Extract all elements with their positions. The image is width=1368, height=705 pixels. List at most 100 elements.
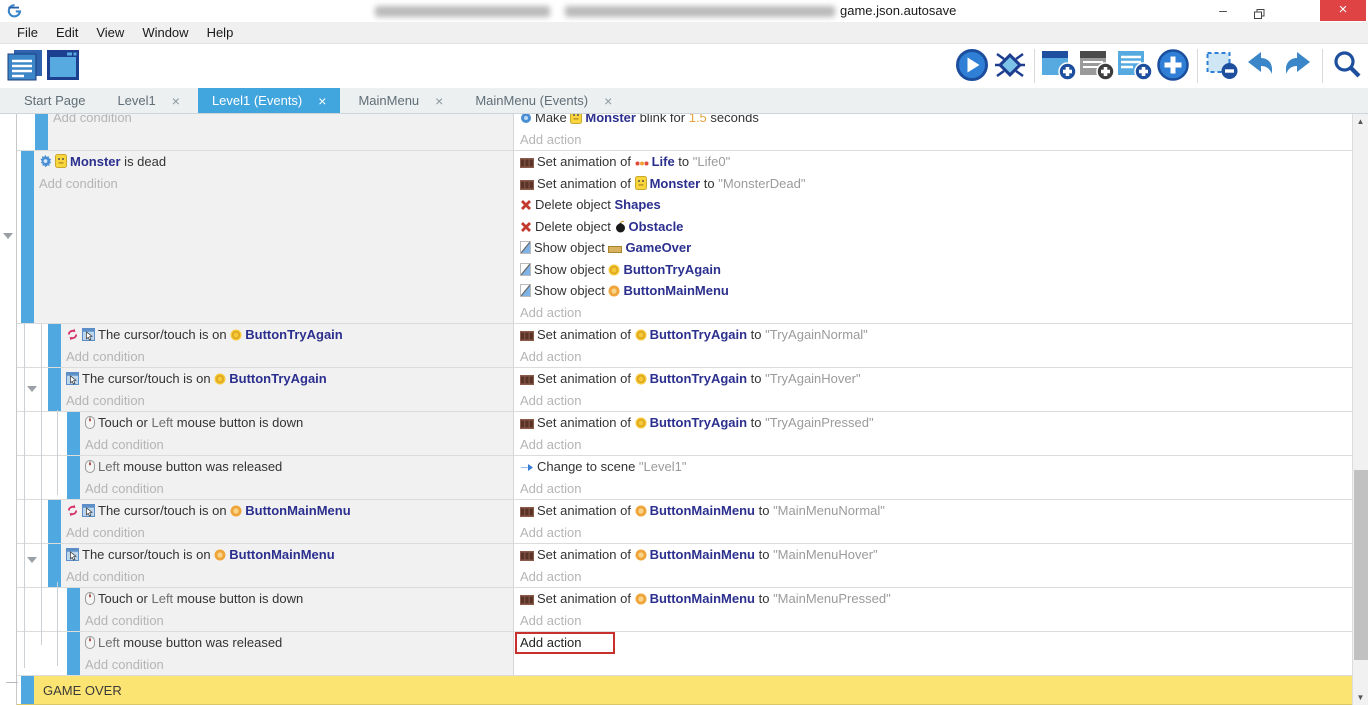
close-button[interactable]: × <box>1320 0 1366 21</box>
actions-cell[interactable]: Set animation of ButtonMainMenu to "Main… <box>513 588 1352 631</box>
add-action-link[interactable]: Add action <box>520 302 1352 324</box>
actions-cell[interactable]: Set animation of ButtonMainMenu to "Main… <box>513 500 1352 543</box>
menu-help[interactable]: Help <box>198 25 243 40</box>
minimize-button[interactable]: – <box>1206 0 1240 21</box>
redo-button[interactable] <box>1279 48 1317 84</box>
conditions-cell[interactable]: Add condition <box>48 114 513 150</box>
condition[interactable]: The cursor/touch is on ButtonMainMenu <box>66 500 513 522</box>
conditions-cell[interactable]: Monster is deadAdd condition <box>34 151 513 323</box>
collapse-arrow-icon[interactable] <box>27 557 37 563</box>
play-button[interactable] <box>953 48 991 84</box>
condition[interactable]: Left mouse button was released <box>85 456 513 478</box>
search-button[interactable] <box>1328 48 1366 84</box>
conditions-cell[interactable]: Touch or Left mouse button is downAdd co… <box>80 412 513 455</box>
condition[interactable]: The cursor/touch is on ButtonTryAgain <box>66 324 513 346</box>
menu-window[interactable]: Window <box>133 25 197 40</box>
conditions-cell[interactable]: Left mouse button was releasedAdd condit… <box>80 632 513 675</box>
tab-close-icon[interactable]: × <box>318 93 326 109</box>
event-handle[interactable] <box>67 456 80 499</box>
add-condition-link[interactable]: Add condition <box>39 173 513 195</box>
comment-body[interactable]: GAME OVER <box>34 676 1352 704</box>
scene-editor-button[interactable] <box>44 48 82 84</box>
add-other-event-button[interactable] <box>1154 48 1192 84</box>
action[interactable]: Delete object Shapes <box>520 194 1352 216</box>
add-condition-link[interactable]: Add condition <box>53 114 513 129</box>
event-handle[interactable] <box>48 324 61 367</box>
add-condition-link[interactable]: Add condition <box>66 566 513 588</box>
tab-level1[interactable]: Level1× <box>103 88 194 113</box>
action[interactable]: Set animation of Life to "Life0" <box>520 151 1352 173</box>
add-action-link[interactable]: Add action <box>520 610 1352 632</box>
actions-cell[interactable]: Make Monster blink for 1.5 secondsAdd ac… <box>513 114 1352 150</box>
add-comment-button[interactable] <box>1116 48 1154 84</box>
add-condition-link[interactable]: Add condition <box>85 434 513 456</box>
restore-button[interactable] <box>1242 0 1276 21</box>
condition[interactable]: Touch or Left mouse button is down <box>85 412 513 434</box>
event-handle[interactable] <box>67 588 80 631</box>
action[interactable]: Add action <box>520 632 1352 654</box>
event-handle[interactable] <box>48 368 61 411</box>
action[interactable]: Set animation of ButtonTryAgain to "TryA… <box>520 324 1352 346</box>
add-condition-link[interactable]: Add condition <box>85 654 513 676</box>
event-handle[interactable] <box>67 412 80 455</box>
vertical-scrollbar[interactable]: ▲ ▼ <box>1352 114 1368 705</box>
action[interactable]: Show object ButtonTryAgain <box>520 259 1352 281</box>
event-handle[interactable] <box>48 544 61 587</box>
event-handle[interactable] <box>67 632 80 675</box>
undo-button[interactable] <box>1241 48 1279 84</box>
debug-button[interactable] <box>991 48 1029 84</box>
conditions-cell[interactable]: The cursor/touch is on ButtonMainMenuAdd… <box>61 500 513 543</box>
actions-cell[interactable]: Set animation of ButtonMainMenu to "Main… <box>513 544 1352 587</box>
scrollbar-thumb[interactable] <box>1354 470 1368 660</box>
action[interactable]: Set animation of ButtonTryAgain to "TryA… <box>520 412 1352 434</box>
remove-event-button[interactable] <box>1203 48 1241 84</box>
actions-cell[interactable]: Change to scene "Level1"Add action <box>513 456 1352 499</box>
condition[interactable]: Touch or Left mouse button is down <box>85 588 513 610</box>
tab-mainmenu[interactable]: MainMenu× <box>344 88 457 113</box>
conditions-cell[interactable]: Left mouse button was releasedAdd condit… <box>80 456 513 499</box>
add-condition-link[interactable]: Add condition <box>66 390 513 412</box>
add-action-link[interactable]: Add action <box>520 478 1352 500</box>
event-handle[interactable] <box>48 500 61 543</box>
conditions-cell[interactable]: Touch or Left mouse button is downAdd co… <box>80 588 513 631</box>
add-action-link[interactable]: Add action <box>520 522 1352 544</box>
tab-close-icon[interactable]: × <box>172 93 180 109</box>
action[interactable]: Show object GameOver <box>520 237 1352 259</box>
actions-cell[interactable]: Set animation of Life to "Life0"Set anim… <box>513 151 1352 323</box>
action[interactable]: Show object ButtonMainMenu <box>520 280 1352 302</box>
menu-view[interactable]: View <box>87 25 133 40</box>
add-action-link[interactable]: Add action <box>520 434 1352 456</box>
collapse-arrow-icon[interactable] <box>3 233 13 239</box>
actions-cell[interactable]: Add action <box>513 632 1352 675</box>
add-event-button[interactable] <box>1040 48 1078 84</box>
condition[interactable]: The cursor/touch is on ButtonTryAgain <box>66 368 513 390</box>
add-condition-link[interactable]: Add condition <box>66 522 513 544</box>
action[interactable]: Delete object Obstacle <box>520 216 1352 238</box>
action[interactable]: Change to scene "Level1" <box>520 456 1352 478</box>
action[interactable]: Set animation of Monster to "MonsterDead… <box>520 173 1352 195</box>
action[interactable]: Set animation of ButtonMainMenu to "Main… <box>520 588 1352 610</box>
add-action-link[interactable]: Add action <box>520 346 1352 368</box>
event-handle[interactable] <box>21 676 34 704</box>
add-action-link[interactable]: Add action <box>520 566 1352 588</box>
conditions-cell[interactable]: The cursor/touch is on ButtonTryAgainAdd… <box>61 368 513 411</box>
condition[interactable]: The cursor/touch is on ButtonMainMenu <box>66 544 513 566</box>
collapse-arrow-icon[interactable] <box>27 386 37 392</box>
tab-close-icon[interactable]: × <box>604 93 612 109</box>
menu-file[interactable]: File <box>8 25 47 40</box>
add-action-link[interactable]: Add action <box>520 129 1352 151</box>
conditions-cell[interactable]: The cursor/touch is on ButtonMainMenuAdd… <box>61 544 513 587</box>
action[interactable]: Set animation of ButtonTryAgain to "TryA… <box>520 368 1352 390</box>
condition[interactable]: Monster is dead <box>39 151 513 173</box>
menu-edit[interactable]: Edit <box>47 25 87 40</box>
actions-cell[interactable]: Set animation of ButtonTryAgain to "TryA… <box>513 412 1352 455</box>
event-handle[interactable] <box>35 114 48 150</box>
tab-start-page[interactable]: Start Page <box>10 88 99 113</box>
scroll-down-icon[interactable]: ▼ <box>1353 693 1368 702</box>
add-action-link[interactable]: Add action <box>520 390 1352 412</box>
tab-close-icon[interactable]: × <box>435 93 443 109</box>
comment-row[interactable]: GAME OVER <box>17 676 1352 705</box>
event-handle[interactable] <box>21 151 34 323</box>
add-condition-link[interactable]: Add condition <box>85 610 513 632</box>
add-subevent-button[interactable] <box>1078 48 1116 84</box>
